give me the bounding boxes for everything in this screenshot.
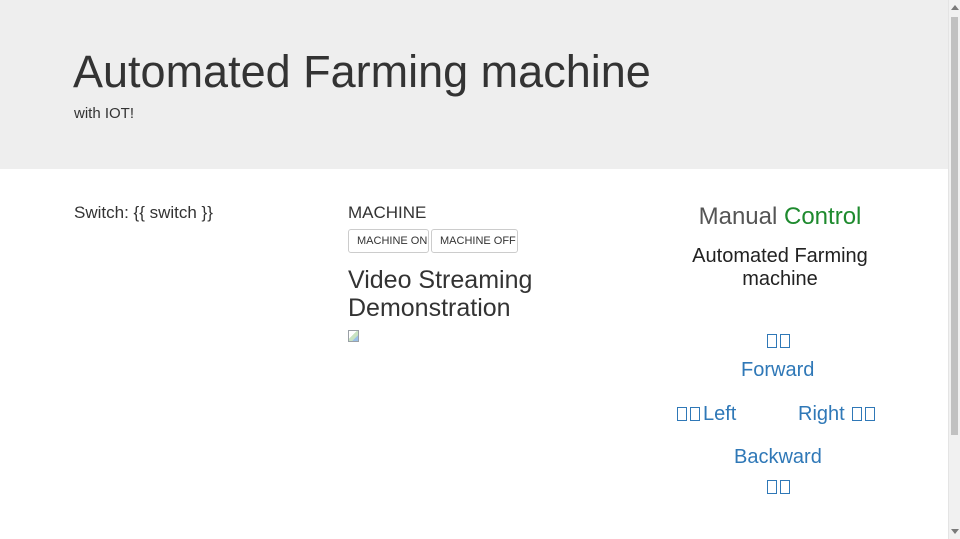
manual-control-heading: Manual Control [660, 203, 900, 231]
left-arrow-icon [677, 407, 687, 421]
backward-arrow-icon[interactable] [767, 480, 793, 496]
right-button-label: Right [798, 403, 845, 425]
machine-heading: MACHINE [348, 203, 427, 222]
machine-off-button[interactable]: MACHINE OFF [431, 229, 518, 253]
forward-button[interactable]: Forward [741, 358, 814, 382]
scroll-down-icon[interactable] [951, 529, 959, 534]
left-button[interactable]: Left [677, 402, 736, 426]
right-arrow-icon [852, 407, 863, 421]
video-streaming-title: Video Streaming Demonstration [348, 266, 533, 322]
right-button[interactable]: Right [798, 402, 878, 426]
scrollbar-thumb[interactable] [951, 17, 958, 435]
page: Automated Farming machine with IOT! Swit… [0, 0, 948, 539]
backward-button[interactable]: Backward [734, 445, 822, 469]
vertical-scrollbar[interactable] [948, 0, 960, 539]
machine-on-button[interactable]: MACHINE ON [348, 229, 429, 253]
broken-image-icon [348, 330, 359, 342]
manual-heading-part1: Manual [698, 203, 778, 230]
scroll-up-icon[interactable] [951, 5, 959, 10]
page-title: Automated Farming machine [73, 46, 651, 97]
forward-arrow-icon[interactable] [767, 334, 793, 350]
switch-status-text: Switch: {{ switch }} [74, 203, 213, 222]
manual-heading-part2: Control [784, 203, 862, 230]
jumbotron-header: Automated Farming machine with IOT! [0, 0, 948, 169]
left-button-label: Left [703, 403, 737, 425]
control-subtitle: Automated Farming machine [692, 245, 868, 290]
page-subtitle: with IOT! [74, 105, 135, 122]
